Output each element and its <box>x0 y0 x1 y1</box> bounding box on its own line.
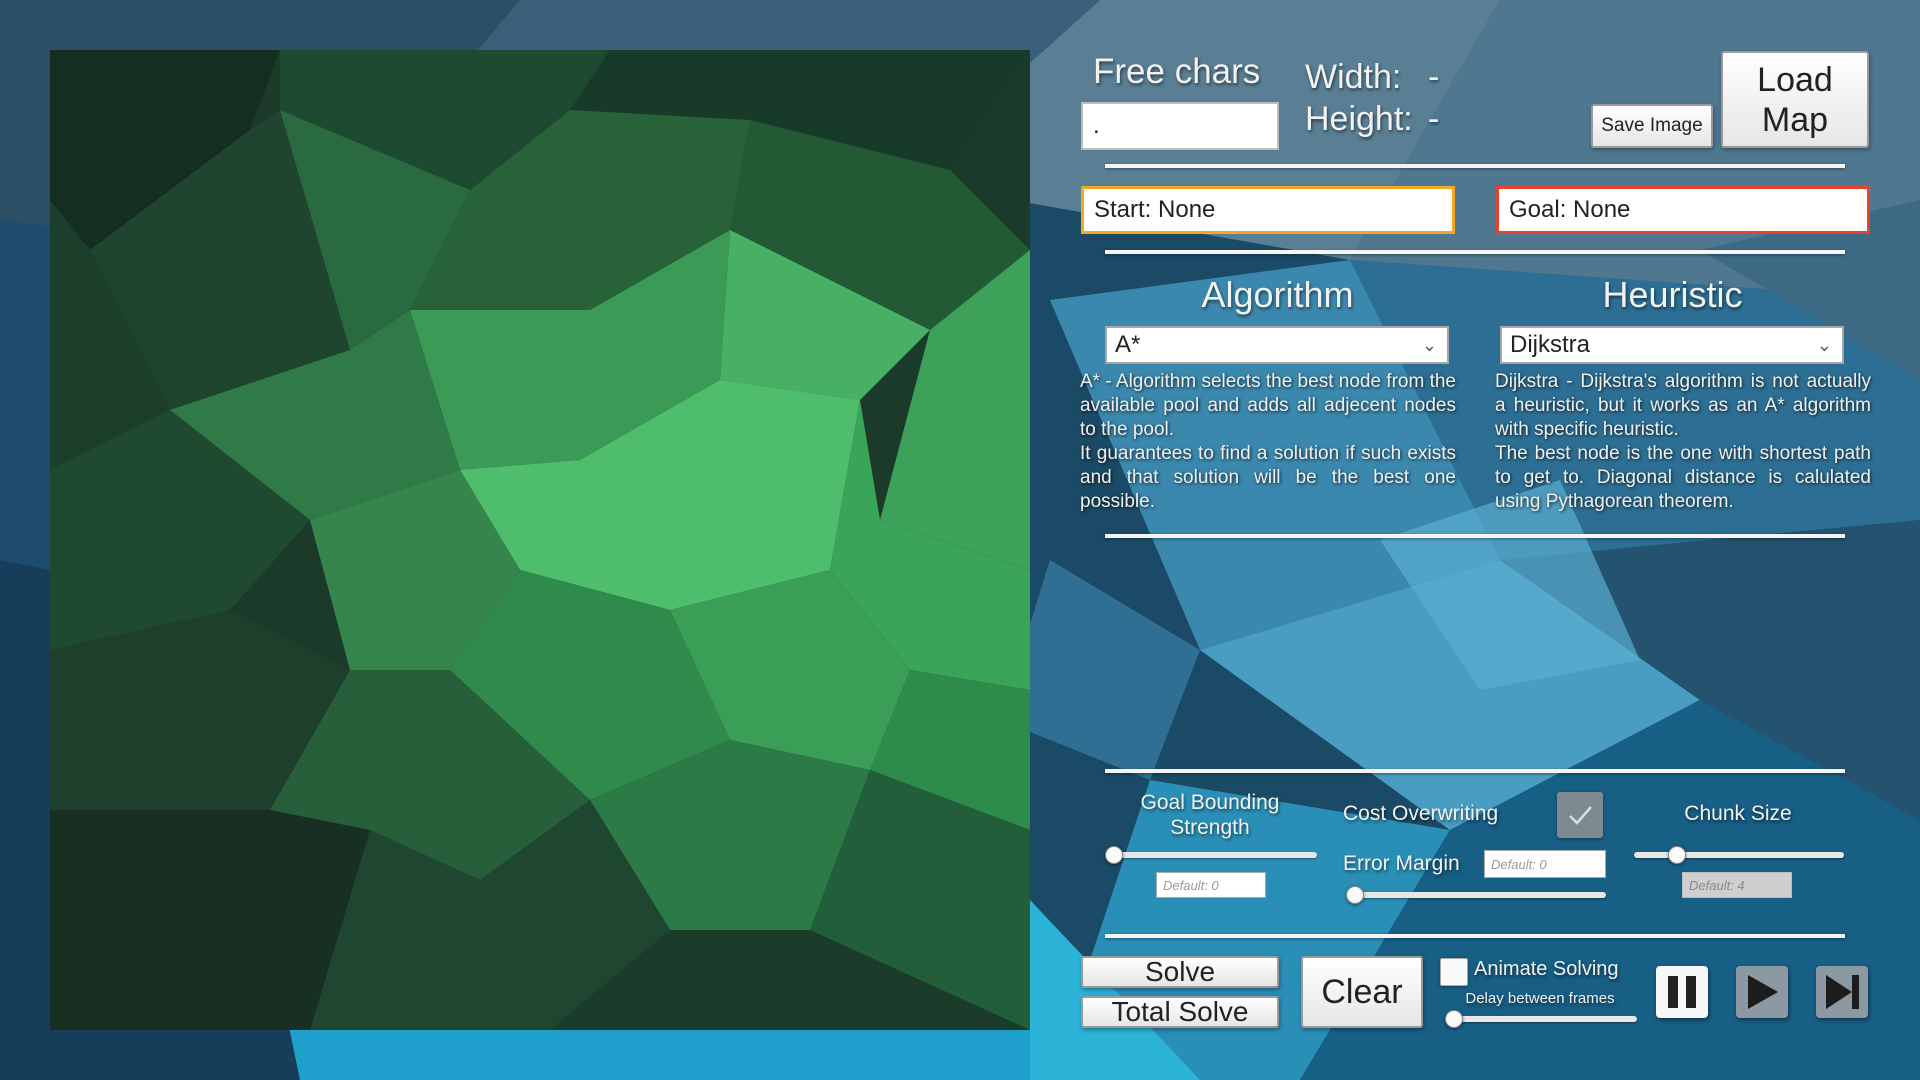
error-margin-input[interactable]: Default: 0 <box>1484 850 1606 878</box>
free-chars-label: Free chars <box>1093 52 1261 91</box>
pause-icon <box>1668 976 1696 1008</box>
divider-1 <box>1105 164 1845 168</box>
cost-overwriting-checkbox[interactable] <box>1557 792 1603 838</box>
solve-button[interactable]: Solve <box>1081 956 1279 988</box>
solve-label: Solve <box>1144 956 1216 987</box>
heuristic-description: Dijkstra - Dijkstra's algorithm is not a… <box>1495 370 1871 514</box>
chunk-size-label: Chunk Size <box>1684 802 1792 825</box>
algorithm-select[interactable]: A* ⌄ <box>1105 326 1449 364</box>
chevron-down-icon: ⌄ <box>1421 335 1437 355</box>
load-map-label-line1: Load <box>1757 60 1833 99</box>
delay-slider[interactable] <box>1447 1016 1637 1022</box>
clear-label: Clear <box>1321 972 1403 1011</box>
chunk-size-placeholder: Default: 4 <box>1689 877 1745 893</box>
algorithm-description-p1: A* - Algorithm selects the best node fro… <box>1080 371 1456 440</box>
goal-bounding-slider-knob[interactable] <box>1105 846 1123 864</box>
step-forward-icon <box>1826 975 1859 1009</box>
play-icon <box>1748 975 1778 1009</box>
clear-button[interactable]: Clear <box>1301 956 1423 1028</box>
delay-label: Delay between frames <box>1465 990 1615 1007</box>
algorithm-selected-value: A* <box>1115 331 1141 358</box>
checkmark-icon <box>1569 806 1592 825</box>
free-chars-input[interactable]: . <box>1081 102 1279 150</box>
height-value: - <box>1428 100 1440 138</box>
play-button[interactable] <box>1736 966 1788 1018</box>
width-label: Width: <box>1305 58 1402 96</box>
pause-button[interactable] <box>1656 966 1708 1018</box>
delay-slider-knob[interactable] <box>1445 1010 1463 1028</box>
save-image-button[interactable]: Save Image <box>1591 104 1713 148</box>
total-solve-button[interactable]: Total Solve <box>1081 996 1279 1028</box>
animate-solving-label: Animate Solving <box>1474 958 1619 980</box>
load-map-button[interactable]: Load Map <box>1721 51 1869 148</box>
heuristic-select[interactable]: Dijkstra ⌄ <box>1500 326 1844 364</box>
error-margin-label: Error Margin <box>1343 852 1460 875</box>
divider-4 <box>1105 769 1845 773</box>
heuristic-description-p1: Dijkstra - Dijkstra's algorithm is not a… <box>1495 371 1871 440</box>
goal-point-field[interactable]: Goal: None <box>1496 186 1870 234</box>
load-map-label-line2: Map <box>1761 100 1829 139</box>
goal-bounding-placeholder: Default: 0 <box>1163 877 1219 893</box>
map-canvas[interactable] <box>50 50 1030 1030</box>
goal-bounding-slider[interactable] <box>1107 852 1317 858</box>
error-margin-slider-knob[interactable] <box>1346 886 1364 904</box>
cost-overwriting-label: Cost Overwriting <box>1343 802 1499 825</box>
start-point-field[interactable]: Start: None <box>1081 186 1455 234</box>
total-solve-label: Total Solve <box>1111 996 1249 1027</box>
chunk-size-input[interactable]: Default: 4 <box>1682 872 1792 898</box>
chunk-size-slider-knob[interactable] <box>1667 846 1686 864</box>
error-margin-slider[interactable] <box>1348 892 1606 898</box>
algorithm-title: Algorithm <box>1201 274 1354 315</box>
height-label: Height: <box>1305 100 1413 138</box>
heuristic-selected-value: Dijkstra <box>1510 331 1591 358</box>
chunk-size-slider[interactable] <box>1634 852 1844 858</box>
algorithm-description: A* - Algorithm selects the best node fro… <box>1080 370 1456 514</box>
divider-2 <box>1105 250 1845 254</box>
chevron-down-icon: ⌄ <box>1816 335 1832 355</box>
algorithm-description-p2: It guarantees to find a solution if such… <box>1080 443 1456 512</box>
step-forward-button[interactable] <box>1816 966 1868 1018</box>
divider-3 <box>1105 534 1845 538</box>
save-image-label: Save Image <box>1601 115 1703 136</box>
animate-solving-checkbox[interactable] <box>1440 958 1468 986</box>
heuristic-title: Heuristic <box>1602 274 1743 315</box>
error-margin-placeholder: Default: 0 <box>1491 856 1547 872</box>
goal-bounding-label: Goal Bounding Strength <box>1140 791 1280 839</box>
width-value: - <box>1428 58 1440 96</box>
heuristic-description-p2: The best node is the one with shortest p… <box>1495 443 1871 512</box>
divider-5 <box>1105 934 1845 938</box>
goal-bounding-input[interactable]: Default: 0 <box>1156 872 1266 898</box>
